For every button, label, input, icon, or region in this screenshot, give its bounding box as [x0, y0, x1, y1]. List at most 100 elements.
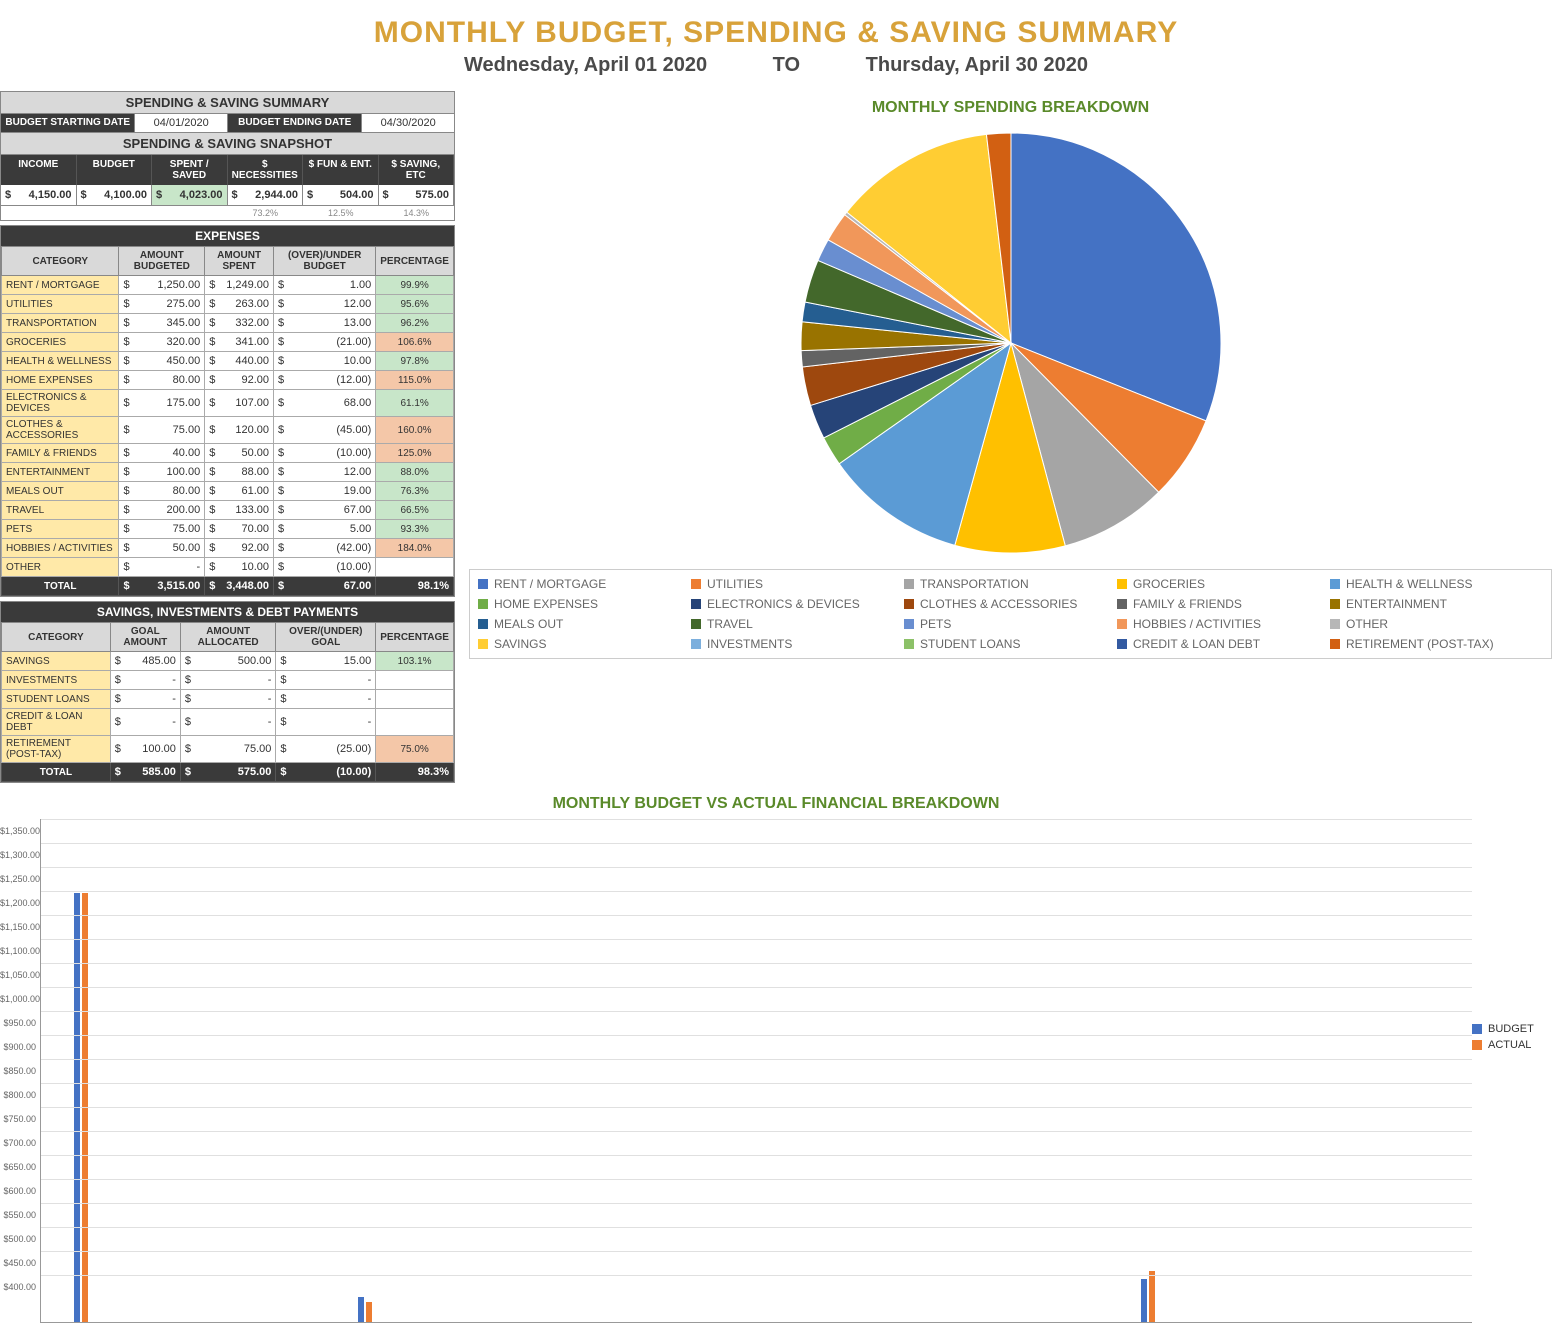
snapshot-value: $4,100.00 [77, 185, 153, 206]
gridline [41, 939, 1472, 940]
category-cell: HOME EXPENSES [2, 371, 119, 390]
table-row: UTILITIES $275.00 $263.00 $12.00 95.6% [2, 295, 454, 314]
pct-cell: 125.0% [376, 444, 454, 463]
legend-swatch [478, 639, 488, 649]
legend-label: PETS [920, 617, 951, 631]
gridline [41, 1275, 1472, 1276]
category-cell: RENT / MORTGAGE [2, 276, 119, 295]
bar-group [401, 819, 472, 1322]
legend-swatch [1330, 579, 1340, 589]
legend-swatch [904, 639, 914, 649]
table-row: CREDIT & LOAN DEBT $- $- $- [2, 709, 454, 736]
diff-cell: $(25.00) [276, 736, 376, 763]
category-cell: OTHER [2, 558, 119, 577]
legend-label: OTHER [1346, 617, 1388, 631]
pct-cell: 75.0% [376, 736, 454, 763]
date-to-label: TO [773, 54, 800, 77]
spent-cell: $70.00 [205, 520, 274, 539]
legend-label: ENTERTAINMENT [1346, 597, 1447, 611]
legend-item: RENT / MORTGAGE [478, 574, 691, 594]
legend-swatch [1330, 639, 1340, 649]
col-header: PERCENTAGE [376, 623, 454, 652]
budget-cell: $- [119, 558, 205, 577]
start-date-value[interactable]: 04/01/2020 [135, 114, 228, 132]
gridline [41, 819, 1472, 820]
table-row: FAMILY & FRIENDS $40.00 $50.00 $(10.00) … [2, 444, 454, 463]
budget-cell: $40.00 [119, 444, 205, 463]
budget-cell: $450.00 [119, 352, 205, 371]
category-cell: INVESTMENTS [2, 671, 111, 690]
bar-group [45, 819, 116, 1322]
date-from: Wednesday, April 01 2020 [464, 54, 707, 77]
legend-swatch [478, 599, 488, 609]
spent-cell: $92.00 [205, 371, 274, 390]
gridline [41, 987, 1472, 988]
legend-label: ELECTRONICS & DEVICES [707, 597, 860, 611]
bar [366, 1302, 372, 1322]
summary-box: SPENDING & SAVING SUMMARY BUDGET STARTIN… [0, 91, 455, 221]
bar [358, 1297, 364, 1322]
snapshot-value: $575.00 [379, 185, 455, 206]
legend-swatch [478, 619, 488, 629]
legend-item: HEALTH & WELLNESS [1330, 574, 1543, 594]
bar-group [187, 819, 258, 1322]
y-tick: $1,150.00 [0, 915, 40, 939]
budget-cell: $80.00 [119, 371, 205, 390]
end-date-value[interactable]: 04/30/2020 [362, 114, 454, 132]
gridline [41, 1011, 1472, 1012]
y-tick: $500.00 [0, 1227, 40, 1251]
legend-item: PETS [904, 614, 1117, 634]
diff-cell: $68.00 [274, 390, 376, 417]
snapshot-col-header: $ NECESSITIES [228, 155, 304, 185]
category-cell: ENTERTAINMENT [2, 463, 119, 482]
expenses-title: EXPENSES [1, 226, 454, 246]
gridline [41, 867, 1472, 868]
snapshot-value: $4,150.00 [1, 185, 77, 206]
total-budget: $585.00 [110, 763, 180, 782]
bar-group [1255, 819, 1326, 1322]
pct-cell: 115.0% [376, 371, 454, 390]
snapshot-row: $4,150.00$4,100.00$4,023.00$2,944.00$504… [1, 185, 454, 206]
summary-title: SPENDING & SAVING SUMMARY [1, 92, 454, 114]
snapshot-value: $4,023.00 [152, 185, 228, 206]
legend-label: ACTUAL [1488, 1039, 1531, 1051]
gridline [41, 1203, 1472, 1204]
pct-cell [376, 709, 454, 736]
bar-group [828, 819, 899, 1322]
category-cell: TRANSPORTATION [2, 314, 119, 333]
bar-group [757, 819, 828, 1322]
col-header: PERCENTAGE [376, 247, 454, 276]
legend-item: GROCERIES [1117, 574, 1330, 594]
table-row: RENT / MORTGAGE $1,250.00 $1,249.00 $1.0… [2, 276, 454, 295]
y-tick: $1,300.00 [0, 843, 40, 867]
pct-cell [376, 671, 454, 690]
pie-chart-title: MONTHLY SPENDING BREAKDOWN [469, 99, 1552, 117]
snapshot-col-header: $ SAVING, ETC [379, 155, 455, 185]
diff-cell: $- [276, 690, 376, 709]
legend-swatch [691, 639, 701, 649]
legend-item: UTILITIES [691, 574, 904, 594]
table-row: TRANSPORTATION $345.00 $332.00 $13.00 96… [2, 314, 454, 333]
bar-yaxis: $1,350.00$1,300.00$1,250.00$1,200.00$1,1… [0, 819, 40, 1323]
category-cell: SAVINGS [2, 652, 111, 671]
legend-swatch [691, 599, 701, 609]
snapshot-title: SPENDING & SAVING SNAPSHOT [1, 132, 454, 155]
savings-box: SAVINGS, INVESTMENTS & DEBT PAYMENTS CAT… [0, 601, 455, 783]
legend-label: INVESTMENTS [707, 637, 792, 651]
spent-cell: $107.00 [205, 390, 274, 417]
diff-cell: $(12.00) [274, 371, 376, 390]
snapshot-col-header: SPENT / SAVED [152, 155, 228, 185]
pie-chart [791, 123, 1231, 563]
legend-item: ENTERTAINMENT [1330, 594, 1543, 614]
total-pct: 98.3% [376, 763, 454, 782]
col-header: AMOUNT SPENT [205, 247, 274, 276]
y-tick: $600.00 [0, 1179, 40, 1203]
legend-item: ELECTRONICS & DEVICES [691, 594, 904, 614]
pct-cell: 160.0% [376, 417, 454, 444]
legend-item: OTHER [1330, 614, 1543, 634]
pct-cell: 61.1% [376, 390, 454, 417]
table-row: GROCERIES $320.00 $341.00 $(21.00) 106.6… [2, 333, 454, 352]
legend-swatch [904, 619, 914, 629]
legend-label: CREDIT & LOAN DEBT [1133, 637, 1260, 651]
savings-title: SAVINGS, INVESTMENTS & DEBT PAYMENTS [1, 602, 454, 622]
